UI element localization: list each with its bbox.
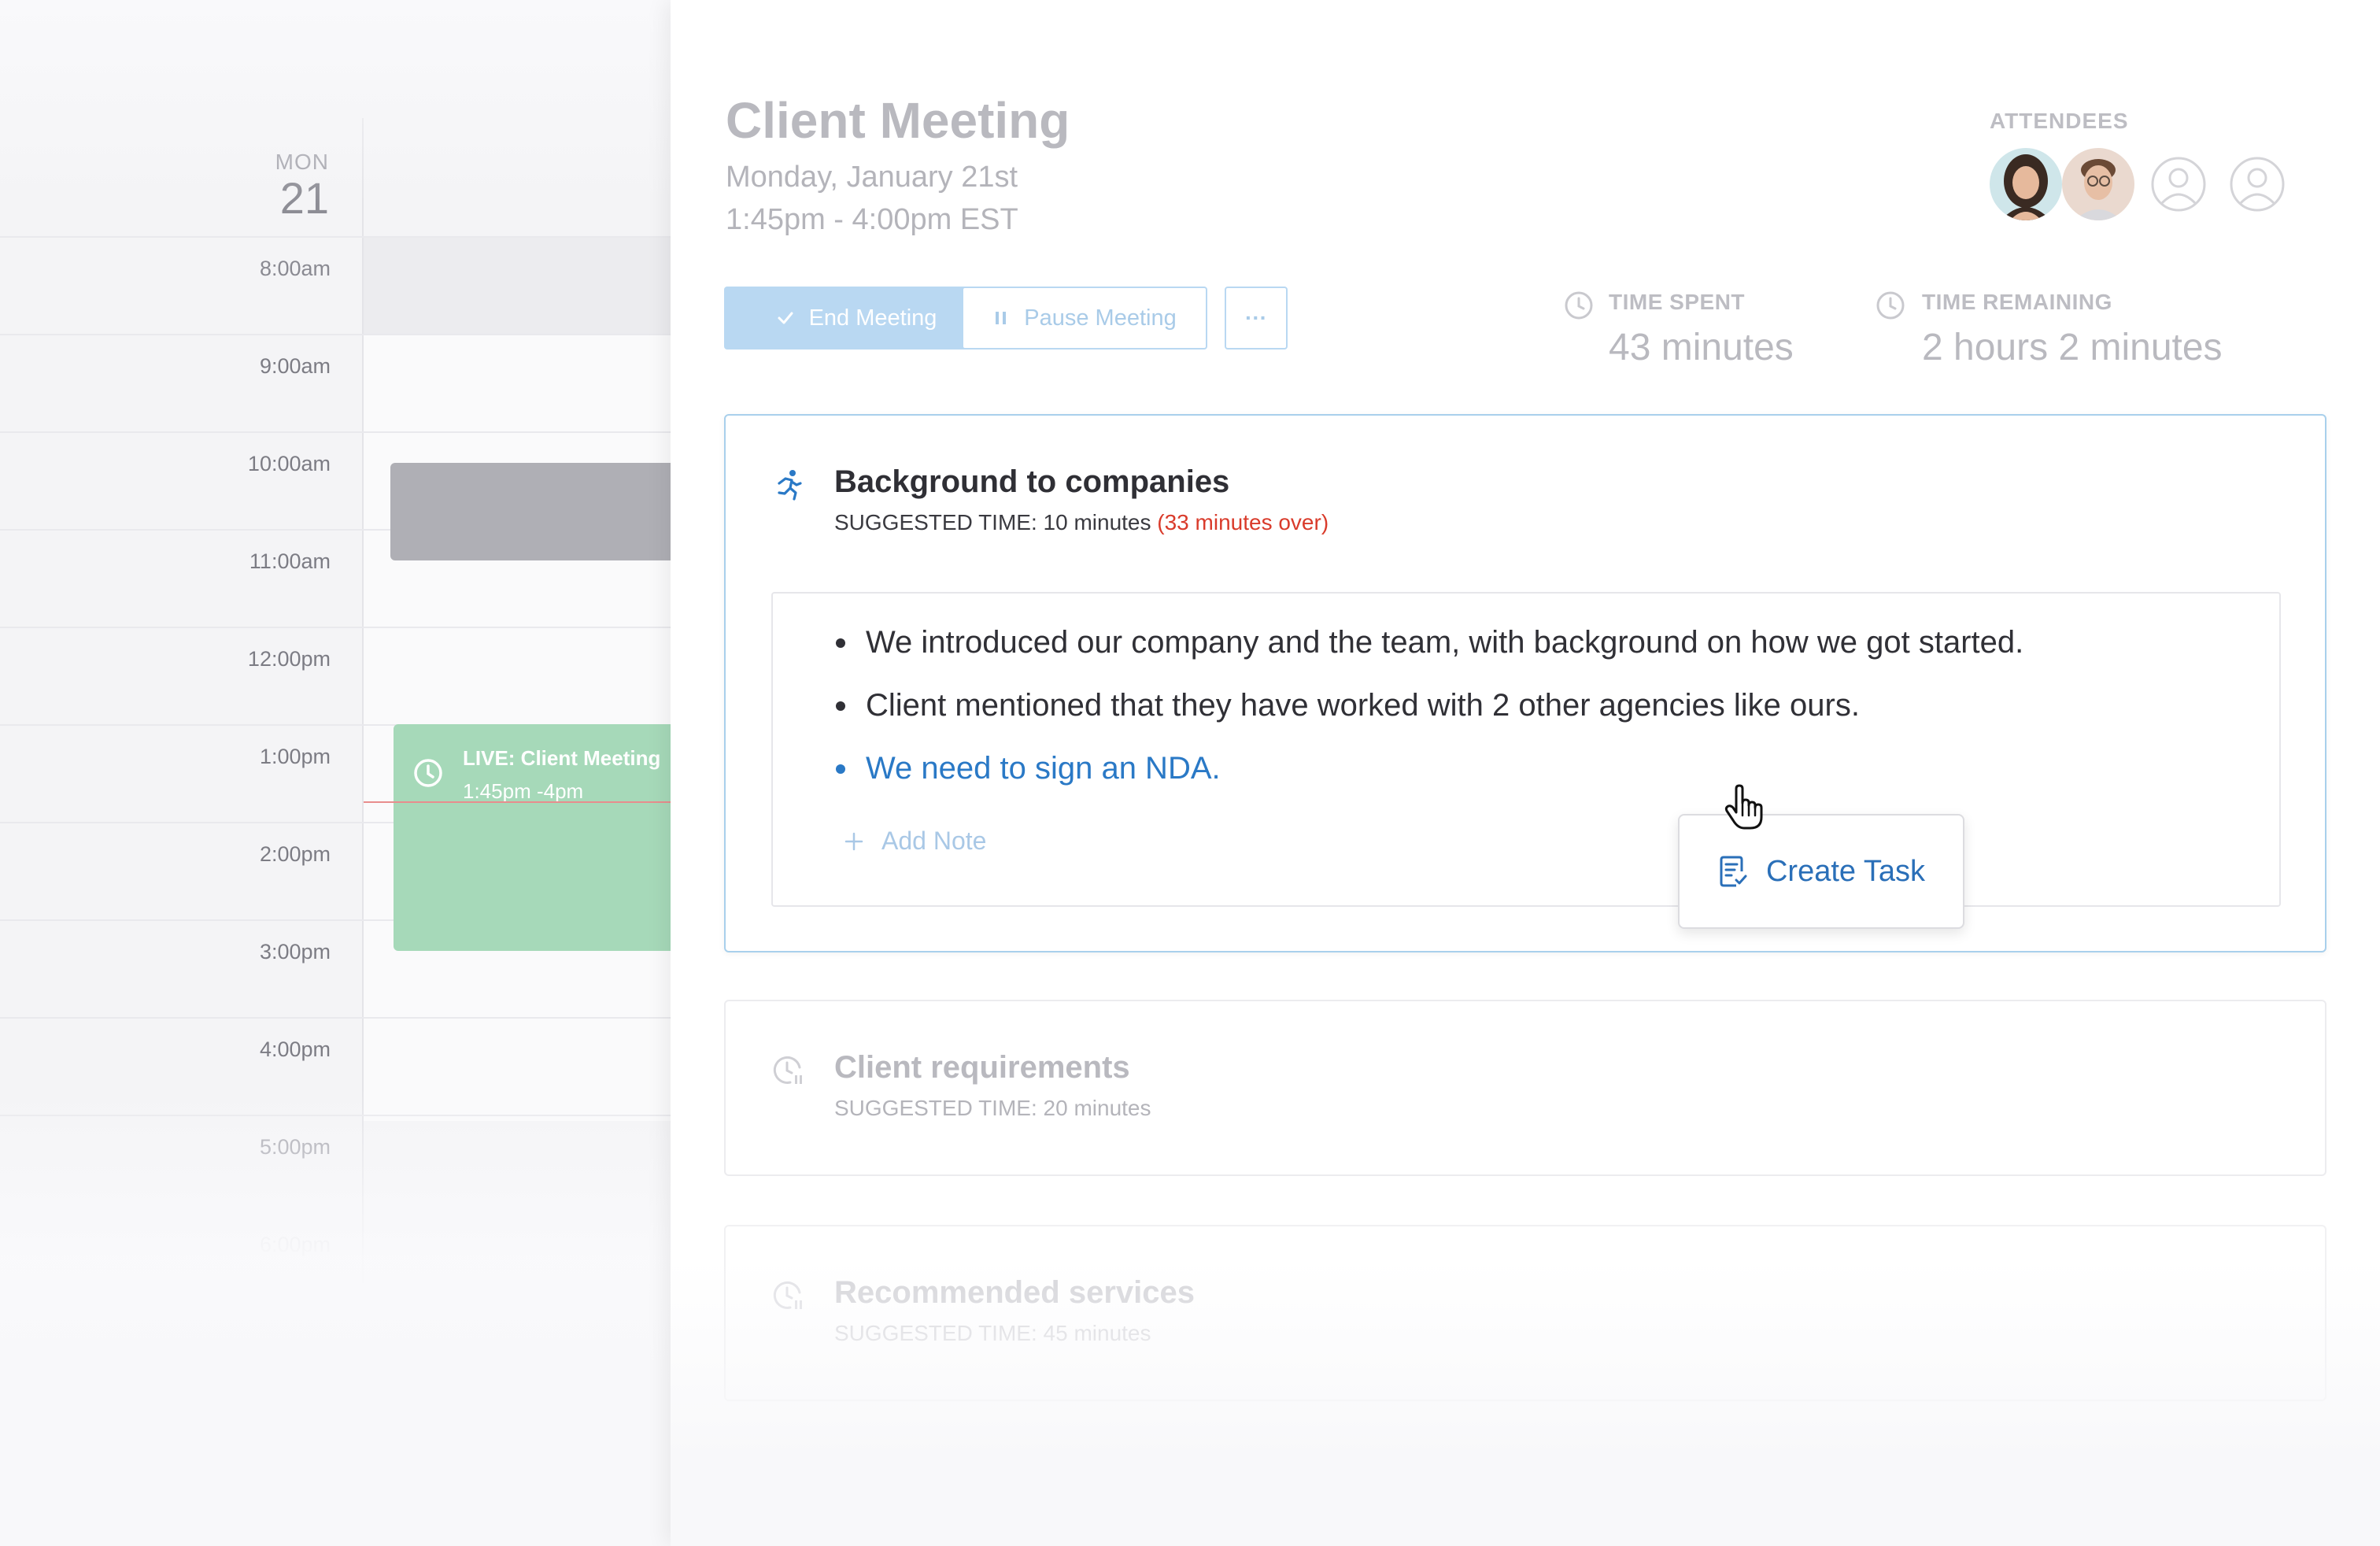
- suggested-time-text: SUGGESTED TIME: 10 minutes: [834, 510, 1151, 534]
- add-note-label: Add Note: [881, 827, 987, 855]
- agenda-item-active[interactable]: Background to companies SUGGESTED TIME: …: [724, 414, 2326, 952]
- note-item-selected[interactable]: We need to sign an NDA.: [836, 751, 1221, 786]
- user-icon: [2151, 157, 2206, 212]
- all-day-band: [362, 236, 677, 334]
- clock-pause-icon: [773, 1056, 802, 1084]
- avatar-photo-woman: [1990, 148, 2062, 220]
- clock-pause-icon: [773, 1281, 802, 1309]
- note-text: We introduced our company and the team, …: [866, 625, 2024, 660]
- time-spent-label: TIME SPENT: [1609, 290, 1746, 314]
- calendar-event-live[interactable]: LIVE: Client Meeting 1:45pm -4pm: [394, 724, 677, 951]
- agenda-item-suggested-time: SUGGESTED TIME: 45 minutes: [834, 1321, 1151, 1345]
- hand-cursor-icon: [1724, 784, 1763, 830]
- hour-divider: [0, 627, 677, 628]
- running-person-icon: [778, 470, 802, 501]
- note-text: We need to sign an NDA.: [866, 751, 1221, 786]
- day-name: MON: [275, 150, 329, 174]
- meeting-time: 1:45pm - 4:00pm EST: [726, 203, 1018, 236]
- day-number: 21: [279, 173, 329, 223]
- hour-divider: [0, 236, 677, 238]
- hour-label: 4:00pm: [259, 1037, 331, 1061]
- end-meeting-button[interactable]: End Meeting: [724, 287, 989, 350]
- end-meeting-label: End Meeting: [808, 305, 937, 331]
- hour-label: 5:00pm: [259, 1135, 331, 1159]
- bullet: [836, 638, 845, 648]
- hour-divider: [0, 1017, 677, 1019]
- hour-label: 6:00pm: [259, 1233, 331, 1256]
- avatar-photo-man: [2062, 148, 2134, 220]
- meeting-date: Monday, January 21st: [726, 161, 1018, 194]
- pause-meeting-label: Pause Meeting: [1024, 305, 1177, 331]
- column-divider: [362, 118, 364, 1283]
- agenda-item[interactable]: Recommended services SUGGESTED TIME: 45 …: [724, 1225, 2326, 1401]
- hour-label: 8:00am: [259, 257, 331, 280]
- agenda-item-title: Recommended services: [834, 1275, 1196, 1310]
- avatar-placeholder[interactable]: [2142, 148, 2215, 220]
- add-note-button[interactable]: Add Note: [844, 827, 986, 856]
- hour-label: 9:00am: [259, 354, 331, 378]
- event-time: 1:45pm -4pm: [463, 779, 584, 803]
- time-spent-value: 43 minutes: [1609, 327, 1794, 368]
- calendar-day-view: MON 21 8:00am 9:00am 10:00am 11:00am 12:…: [0, 0, 677, 1546]
- plus-icon: [844, 832, 863, 850]
- hour-label: 3:00pm: [259, 940, 331, 963]
- agenda-item-title: Background to companies: [834, 464, 1230, 499]
- user-icon: [2230, 157, 2285, 212]
- time-remaining-label: TIME REMAINING: [1922, 290, 2112, 314]
- clock-icon: [414, 759, 442, 787]
- attendees-label: ATTENDEES: [1990, 109, 2129, 133]
- meeting-detail-panel: Client Meeting Monday, January 21st 1:45…: [671, 0, 2380, 1546]
- event-title: LIVE: Client Meeting: [463, 746, 661, 770]
- task-icon: [1720, 856, 1747, 887]
- pause-meeting-button[interactable]: Pause Meeting: [962, 287, 1207, 350]
- hour-divider: [0, 334, 677, 335]
- current-time-indicator: [364, 801, 677, 803]
- bullet: [836, 701, 845, 711]
- hour-label: 10:00am: [247, 452, 331, 475]
- create-task-popover[interactable]: Create Task: [1678, 814, 1964, 929]
- overtime-text: (33 minutes over): [1157, 510, 1329, 534]
- agenda-item-suggested-time: SUGGESTED TIME: 10 minutes (33 minutes o…: [834, 510, 1329, 535]
- create-task-label: Create Task: [1765, 854, 1926, 888]
- notes-box: We introduced our company and the team, …: [771, 592, 2281, 907]
- hour-label: 12:00pm: [247, 647, 331, 671]
- avatar[interactable]: [2062, 148, 2134, 220]
- hour-divider: [0, 431, 677, 433]
- bullet: [836, 764, 845, 774]
- check-icon: [778, 312, 793, 324]
- day-header: MON 21: [0, 150, 362, 222]
- avatar[interactable]: [1990, 148, 2062, 220]
- note-item[interactable]: Client mentioned that they have worked w…: [836, 688, 1860, 723]
- more-icon: ···: [1245, 305, 1267, 330]
- avatar-placeholder[interactable]: [2221, 148, 2293, 220]
- hour-label: 11:00am: [249, 549, 331, 573]
- agenda-item-suggested-time: SUGGESTED TIME: 20 minutes: [834, 1096, 1151, 1120]
- agenda-item-title: Client requirements: [834, 1050, 1130, 1085]
- hour-label: 1:00pm: [259, 745, 331, 768]
- calendar-event-busy[interactable]: [390, 463, 677, 560]
- more-options-button[interactable]: ···: [1225, 287, 1288, 350]
- time-remaining-value: 2 hours 2 minutes: [1922, 327, 2223, 368]
- hour-divider: [0, 1115, 677, 1116]
- agenda-item[interactable]: Client requirements SUGGESTED TIME: 20 m…: [724, 1000, 2326, 1176]
- note-item[interactable]: We introduced our company and the team, …: [836, 625, 2023, 660]
- note-text: Client mentioned that they have worked w…: [866, 688, 1860, 723]
- pause-icon: [996, 312, 1007, 324]
- clock-icon: [1565, 291, 1593, 320]
- meeting-title: Client Meeting: [726, 92, 1070, 149]
- clock-icon: [1876, 291, 1905, 320]
- hour-label: 2:00pm: [259, 842, 331, 866]
